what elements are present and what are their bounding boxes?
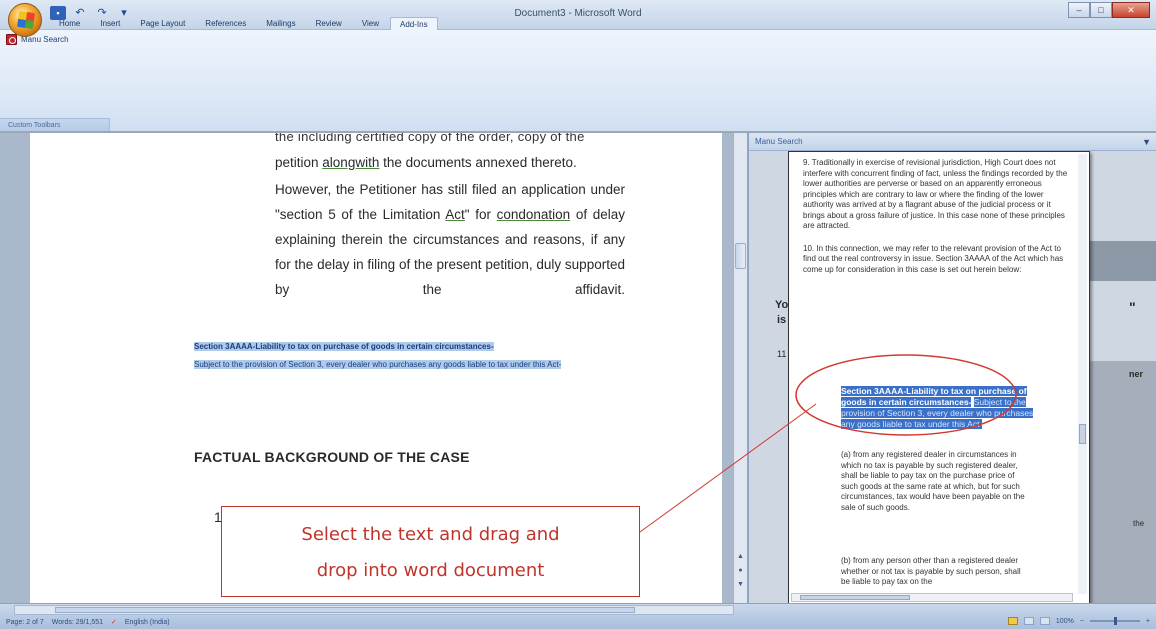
background-text: Yo bbox=[775, 299, 789, 311]
tab-view[interactable]: View bbox=[353, 17, 388, 30]
scrollbar-thumb[interactable] bbox=[55, 607, 635, 613]
language[interactable]: English (India) bbox=[125, 619, 170, 626]
popup-vertical-scrollbar[interactable] bbox=[1078, 154, 1087, 594]
window-controls: – □ ✕ bbox=[1068, 2, 1150, 18]
zoom-out-icon[interactable]: − bbox=[1080, 618, 1084, 625]
minimize-button[interactable]: – bbox=[1068, 2, 1090, 18]
next-page-icon[interactable]: ▼ bbox=[736, 581, 745, 590]
tab-home[interactable]: Home bbox=[50, 17, 89, 30]
tab-references[interactable]: References bbox=[196, 17, 255, 30]
body-paragraph: However, the Petitioner has still filed … bbox=[275, 177, 625, 302]
zoom-level[interactable]: 100% bbox=[1056, 618, 1074, 625]
maximize-button[interactable]: □ bbox=[1090, 2, 1112, 18]
result-item-b: (b) from any person other than a registe… bbox=[841, 556, 1021, 586]
zoom-in-icon[interactable]: + bbox=[1146, 618, 1150, 625]
callout-line-2: drop into word document bbox=[316, 560, 545, 581]
search-result-popup[interactable]: 9. Traditionally in exercise of revision… bbox=[788, 151, 1090, 605]
selected-title: Section 3AAAA-Liability to tax on purcha… bbox=[194, 342, 494, 351]
scrollbar-thumb[interactable] bbox=[1079, 424, 1086, 444]
background-text: the bbox=[1133, 519, 1145, 528]
previous-page-icon[interactable]: ▲ bbox=[736, 553, 745, 562]
ribbon-tabs: Home Insert Page Layout References Maili… bbox=[50, 17, 438, 30]
result-item-a: (a) from any registered dealer in circum… bbox=[841, 450, 1025, 512]
text-run-underlined: Act bbox=[445, 207, 465, 222]
background-text: ner bbox=[1129, 369, 1144, 379]
popup-horizontal-scrollbar[interactable] bbox=[791, 593, 1073, 602]
pane-header: Manu Search ▼ bbox=[749, 133, 1156, 151]
pane-title: Manu Search bbox=[755, 137, 803, 146]
ribbon-group-label: Custom Toolbars bbox=[0, 118, 110, 131]
result-selected-text[interactable]: Section 3AAAA-Liability to tax on purcha… bbox=[841, 386, 1047, 430]
document-vertical-scrollbar[interactable]: ▲ ● ▼ bbox=[733, 133, 747, 603]
text-run: the documents annexed thereto. bbox=[379, 155, 577, 170]
status-right: 100% − + bbox=[1007, 617, 1150, 625]
scrollbar-thumb[interactable] bbox=[735, 243, 746, 269]
callout-line-1: Select the text and drag and bbox=[301, 524, 560, 545]
tab-page-layout[interactable]: Page Layout bbox=[131, 17, 194, 30]
proofing-icon[interactable]: ✓ bbox=[111, 618, 117, 626]
close-button[interactable]: ✕ bbox=[1112, 2, 1150, 18]
scrollbar-thumb[interactable] bbox=[800, 595, 910, 600]
search-icon bbox=[6, 34, 17, 45]
tab-review[interactable]: Review bbox=[307, 17, 351, 30]
ribbon: Manu Search Custom Toolbars bbox=[0, 30, 1156, 132]
status-left: Page: 2 of 7 Words: 29/1,551 ✓ English (… bbox=[6, 618, 170, 627]
text-run-underlined: condonation bbox=[496, 207, 571, 222]
background-text: " bbox=[1129, 299, 1136, 315]
full-screen-icon[interactable] bbox=[1023, 617, 1034, 625]
result-text: 9. Traditionally in exercise of revision… bbox=[803, 158, 1073, 287]
browse-object-icon[interactable]: ● bbox=[736, 567, 745, 576]
background-text: 11 bbox=[777, 349, 787, 359]
text-run: petition bbox=[275, 155, 323, 170]
office-button[interactable] bbox=[8, 3, 42, 37]
body-line: petition alongwith the documents annexed… bbox=[275, 150, 625, 175]
print-layout-icon[interactable] bbox=[1007, 617, 1018, 625]
manu-search-button[interactable]: Manu Search bbox=[6, 34, 69, 45]
result-para-9: 9. Traditionally in exercise of revision… bbox=[803, 158, 1068, 230]
selected-body: Subject to the provision of Section 3, e… bbox=[194, 360, 562, 369]
text-run: " for bbox=[464, 207, 497, 222]
text-run-underlined: alongwith bbox=[322, 155, 380, 170]
pane-options-icon[interactable]: ▼ bbox=[1142, 133, 1151, 151]
word-window: ▪ ↶ ↷ ▾ Document3 - Microsoft Word – □ ✕… bbox=[0, 0, 1156, 629]
tab-insert[interactable]: Insert bbox=[91, 17, 129, 30]
instruction-callout: Select the text and drag and drop into w… bbox=[221, 506, 640, 597]
section-heading: FACTUAL BACKGROUND OF THE CASE bbox=[194, 449, 470, 465]
status-bar: Page: 2 of 7 Words: 29/1,551 ✓ English (… bbox=[0, 603, 1156, 629]
page-count[interactable]: Page: 2 of 7 bbox=[6, 619, 44, 626]
result-para-10: 10. In this connection, we may refer to … bbox=[803, 243, 1064, 274]
office-logo-icon bbox=[16, 10, 36, 30]
word-count[interactable]: Words: 29/1,551 bbox=[52, 619, 103, 626]
selected-text-block[interactable]: Section 3AAAA-Liability to tax on purcha… bbox=[194, 336, 597, 384]
clipped-text-line: the including certified copy of the orde… bbox=[275, 133, 585, 144]
zoom-slider[interactable] bbox=[1089, 617, 1140, 625]
web-layout-icon[interactable] bbox=[1039, 617, 1050, 625]
background-text: is bbox=[777, 314, 787, 326]
tab-add-ins[interactable]: Add-Ins bbox=[390, 17, 438, 30]
title-bar: ▪ ↶ ↷ ▾ Document3 - Microsoft Word – □ ✕… bbox=[0, 0, 1156, 30]
horizontal-scrollbar[interactable] bbox=[14, 605, 734, 615]
tab-mailings[interactable]: Mailings bbox=[257, 17, 304, 30]
